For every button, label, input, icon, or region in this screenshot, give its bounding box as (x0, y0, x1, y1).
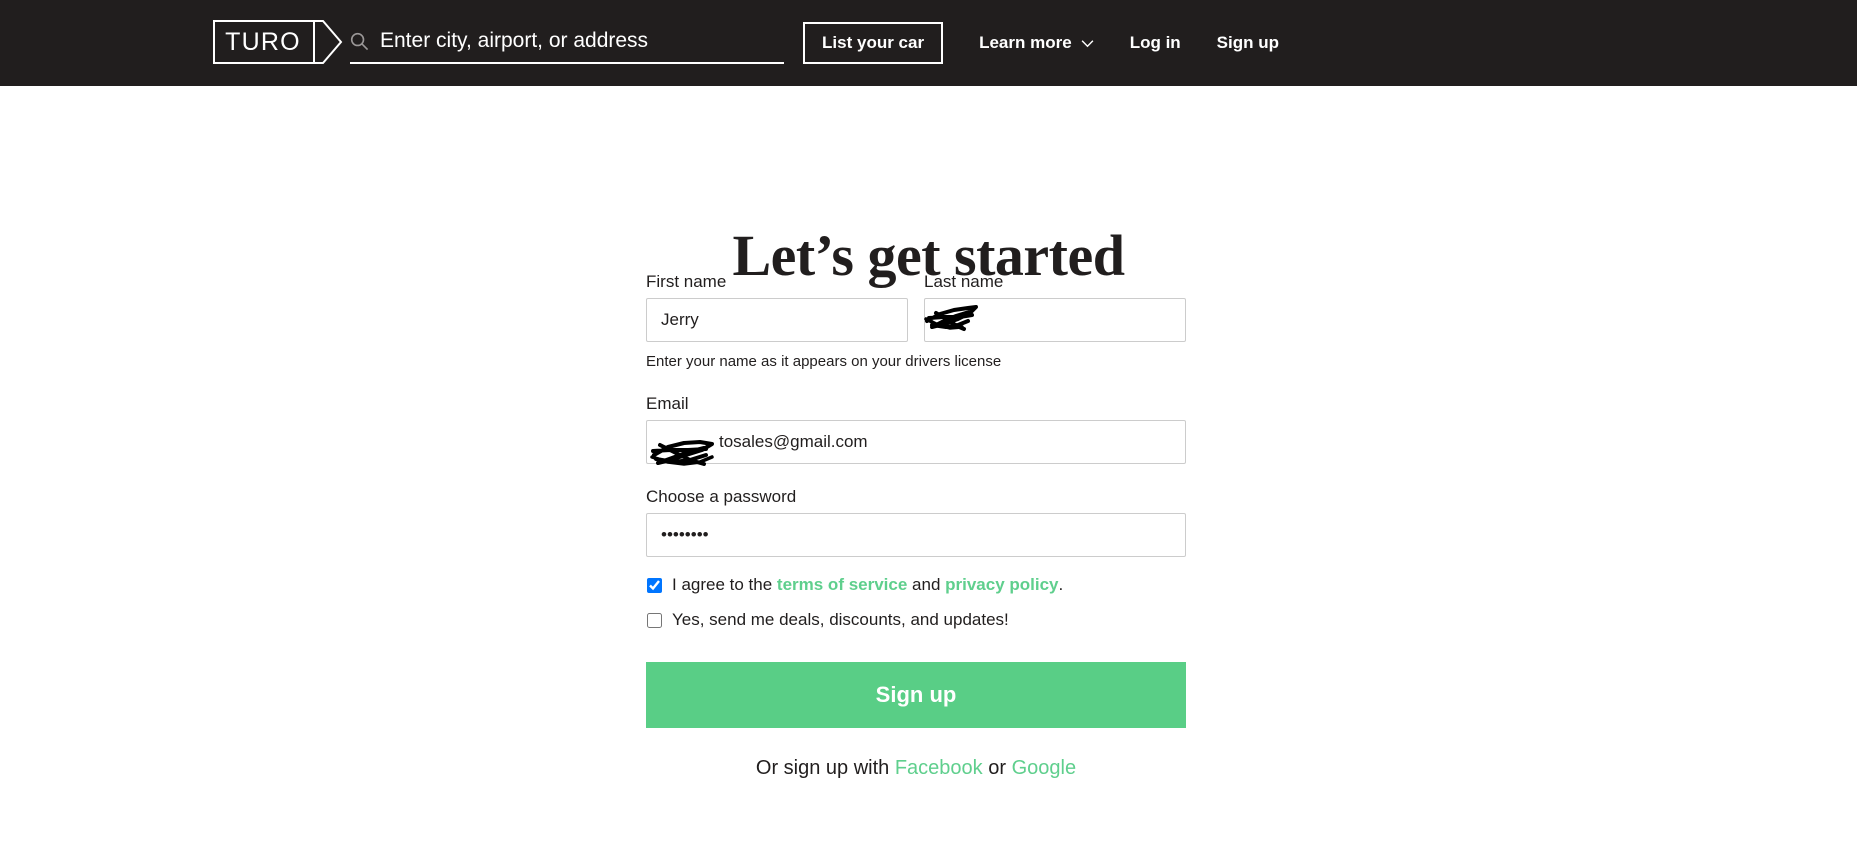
name-fields-row: First name Last name (646, 272, 1186, 342)
deals-label: Yes, send me deals, discounts, and updat… (672, 610, 1009, 630)
terms-text: I agree to the terms of service and priv… (672, 575, 1063, 595)
search-field-container[interactable] (350, 20, 784, 64)
privacy-policy-link[interactable]: privacy policy (945, 575, 1058, 594)
password-input[interactable] (646, 513, 1186, 557)
email-label: Email (646, 394, 689, 413)
log-in-link[interactable]: Log in (1130, 33, 1181, 53)
terms-checkbox-row[interactable]: I agree to the terms of service and priv… (646, 575, 1186, 595)
facebook-signup-link[interactable]: Facebook (895, 757, 983, 779)
terms-middle: and (907, 575, 946, 594)
last-name-label: Last name (924, 272, 1004, 291)
first-name-label: First name (646, 272, 727, 291)
learn-more-menu[interactable]: Learn more (979, 33, 1094, 53)
terms-prefix: I agree to the (672, 575, 777, 594)
turo-logo[interactable]: TURO (213, 20, 315, 64)
search-icon (350, 32, 369, 50)
social-signup-row: Or sign up with Facebook or Google (646, 757, 1186, 780)
google-signup-link[interactable]: Google (1012, 757, 1077, 779)
first-name-input[interactable] (646, 298, 908, 342)
sign-up-link[interactable]: Sign up (1217, 33, 1279, 53)
last-name-field-group: Last name (924, 272, 1186, 342)
email-field-group: Email (646, 394, 1186, 464)
first-name-field-group: First name (646, 272, 908, 342)
social-prefix: Or sign up with (755, 756, 895, 779)
terms-of-service-link[interactable]: terms of service (777, 575, 907, 594)
terms-checkbox[interactable] (647, 577, 662, 593)
deals-checkbox-row[interactable]: Yes, send me deals, discounts, and updat… (646, 610, 1186, 630)
search-input[interactable] (380, 29, 784, 53)
learn-more-label: Learn more (979, 33, 1072, 52)
last-name-input[interactable] (924, 298, 1186, 342)
sign-up-submit-button[interactable]: Sign up (646, 661, 1186, 728)
deals-checkbox[interactable] (647, 613, 662, 629)
nav-actions: List your car Learn more Log in Sign up (803, 0, 1857, 86)
social-middle: or (982, 756, 1012, 779)
top-navigation-bar: TURO List your car Learn more Log in Sig… (0, 0, 1857, 86)
list-your-car-button[interactable]: List your car (803, 21, 944, 65)
chevron-down-icon (1081, 39, 1094, 47)
password-field-group: Choose a password (646, 487, 1186, 557)
signup-form: First name Last name Enter your name as … (646, 272, 1186, 780)
terms-suffix: . (1058, 575, 1064, 594)
name-helper-text: Enter your name as it appears on your dr… (646, 353, 1002, 370)
email-input[interactable] (646, 420, 1186, 464)
turo-logo-text: TURO (225, 27, 301, 56)
password-label: Choose a password (646, 487, 797, 506)
turo-logo-arrow-icon (313, 20, 343, 64)
